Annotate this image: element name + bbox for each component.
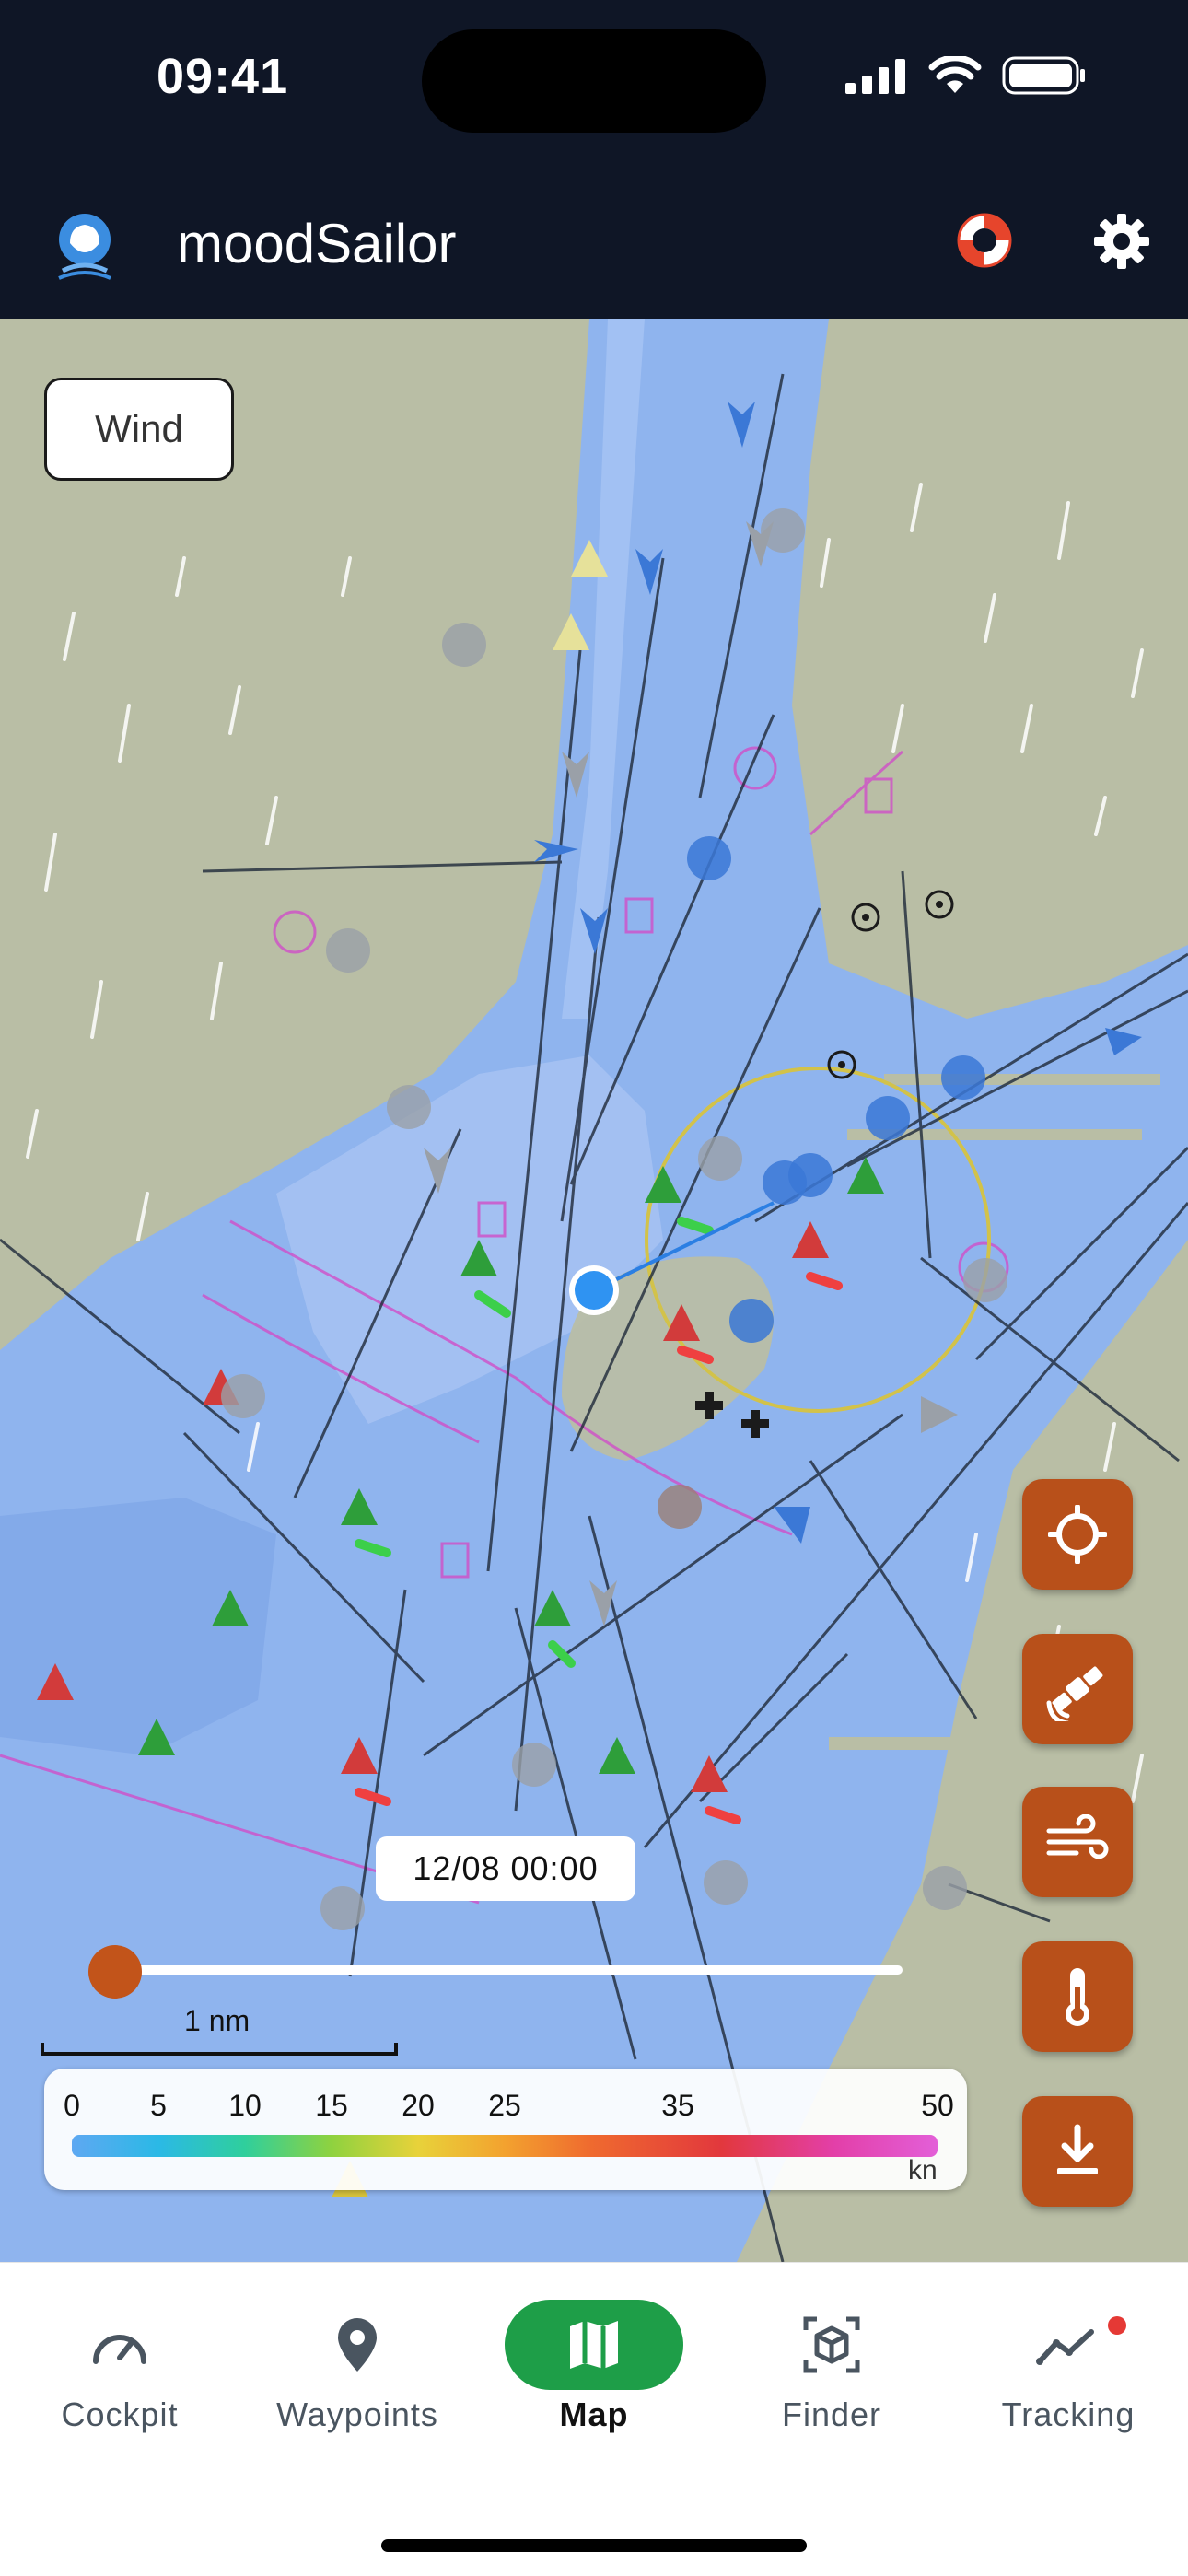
status-bar: 09:41 <box>0 0 1188 175</box>
app-header: moodSailor <box>0 175 1188 319</box>
cube-scan-icon <box>803 2316 860 2373</box>
trend-icon <box>1036 2329 1094 2365</box>
wind-layer-button[interactable]: Wind <box>44 378 234 481</box>
map-scale-label: 1 nm <box>184 2004 250 2037</box>
tab-label: Cockpit <box>61 2395 179 2433</box>
tab-finder[interactable]: Finder <box>721 2300 942 2447</box>
nautical-map[interactable]: Wind 12/08 00:00 1 nm 0 5 10 15 20 25 35… <box>0 319 1188 2262</box>
wind-layer-toggle-button[interactable] <box>1022 1787 1133 1897</box>
legend-tick: 5 <box>150 2089 167 2122</box>
download-button[interactable] <box>1022 2096 1133 2207</box>
bottom-navigation: Cockpit Waypoints Map Finder Tracking <box>0 2262 1188 2576</box>
dynamic-island <box>422 29 766 133</box>
tab-label: Finder <box>781 2395 882 2433</box>
time-slider-track[interactable] <box>114 1965 903 1975</box>
pin-icon <box>338 2318 377 2372</box>
status-time: 09:41 <box>157 49 289 104</box>
thermometer-icon <box>1066 1968 1089 2026</box>
legend-tick: 50 <box>921 2089 954 2122</box>
legend-tick: 20 <box>402 2089 435 2122</box>
legend-tick: 35 <box>661 2089 694 2122</box>
app-title: moodSailor <box>177 213 457 274</box>
crosshair-icon <box>1048 1505 1107 1564</box>
legend-tick: 10 <box>228 2089 262 2122</box>
home-indicator <box>381 2539 807 2552</box>
map-icon <box>570 2321 618 2369</box>
temperature-layer-button[interactable] <box>1022 1941 1133 2052</box>
forecast-time-label: 12/08 00:00 <box>376 1836 635 1901</box>
download-icon <box>1057 2124 1098 2174</box>
status-icons <box>844 55 1087 96</box>
tab-waypoints[interactable]: Waypoints <box>247 2300 468 2447</box>
tab-label: Waypoints <box>276 2395 438 2433</box>
gauge-icon <box>93 2335 146 2364</box>
wind-speed-legend: 0 5 10 15 20 25 35 50 kn <box>44 2069 967 2190</box>
notification-badge <box>1108 2316 1126 2335</box>
tab-label: Tracking <box>1001 2395 1136 2433</box>
legend-tick: 25 <box>488 2089 521 2122</box>
legend-unit: kn <box>908 2155 938 2186</box>
legend-tick: 0 <box>64 2089 80 2122</box>
tab-cockpit[interactable]: Cockpit <box>9 2300 230 2447</box>
tab-tracking[interactable]: Tracking <box>958 2300 1179 2447</box>
legend-tick: 15 <box>315 2089 348 2122</box>
satellite-layer-button[interactable] <box>1022 1634 1133 1744</box>
locate-button[interactable] <box>1022 1479 1133 1590</box>
lifebuoy-icon[interactable] <box>954 210 1015 271</box>
app-logo-icon[interactable] <box>46 206 123 284</box>
time-slider-thumb[interactable] <box>88 1945 142 1999</box>
battery-icon <box>1002 56 1085 95</box>
wifi-icon <box>928 56 982 93</box>
legend-color-bar <box>72 2135 938 2157</box>
tab-map[interactable]: Map <box>483 2300 705 2447</box>
wind-icon <box>1046 1814 1109 1859</box>
tab-label: Map <box>559 2395 629 2433</box>
satellite-icon <box>1046 1666 1103 1721</box>
gear-icon[interactable] <box>1092 212 1151 271</box>
map-scale-bar <box>41 2043 398 2056</box>
signal-icon <box>845 59 905 94</box>
